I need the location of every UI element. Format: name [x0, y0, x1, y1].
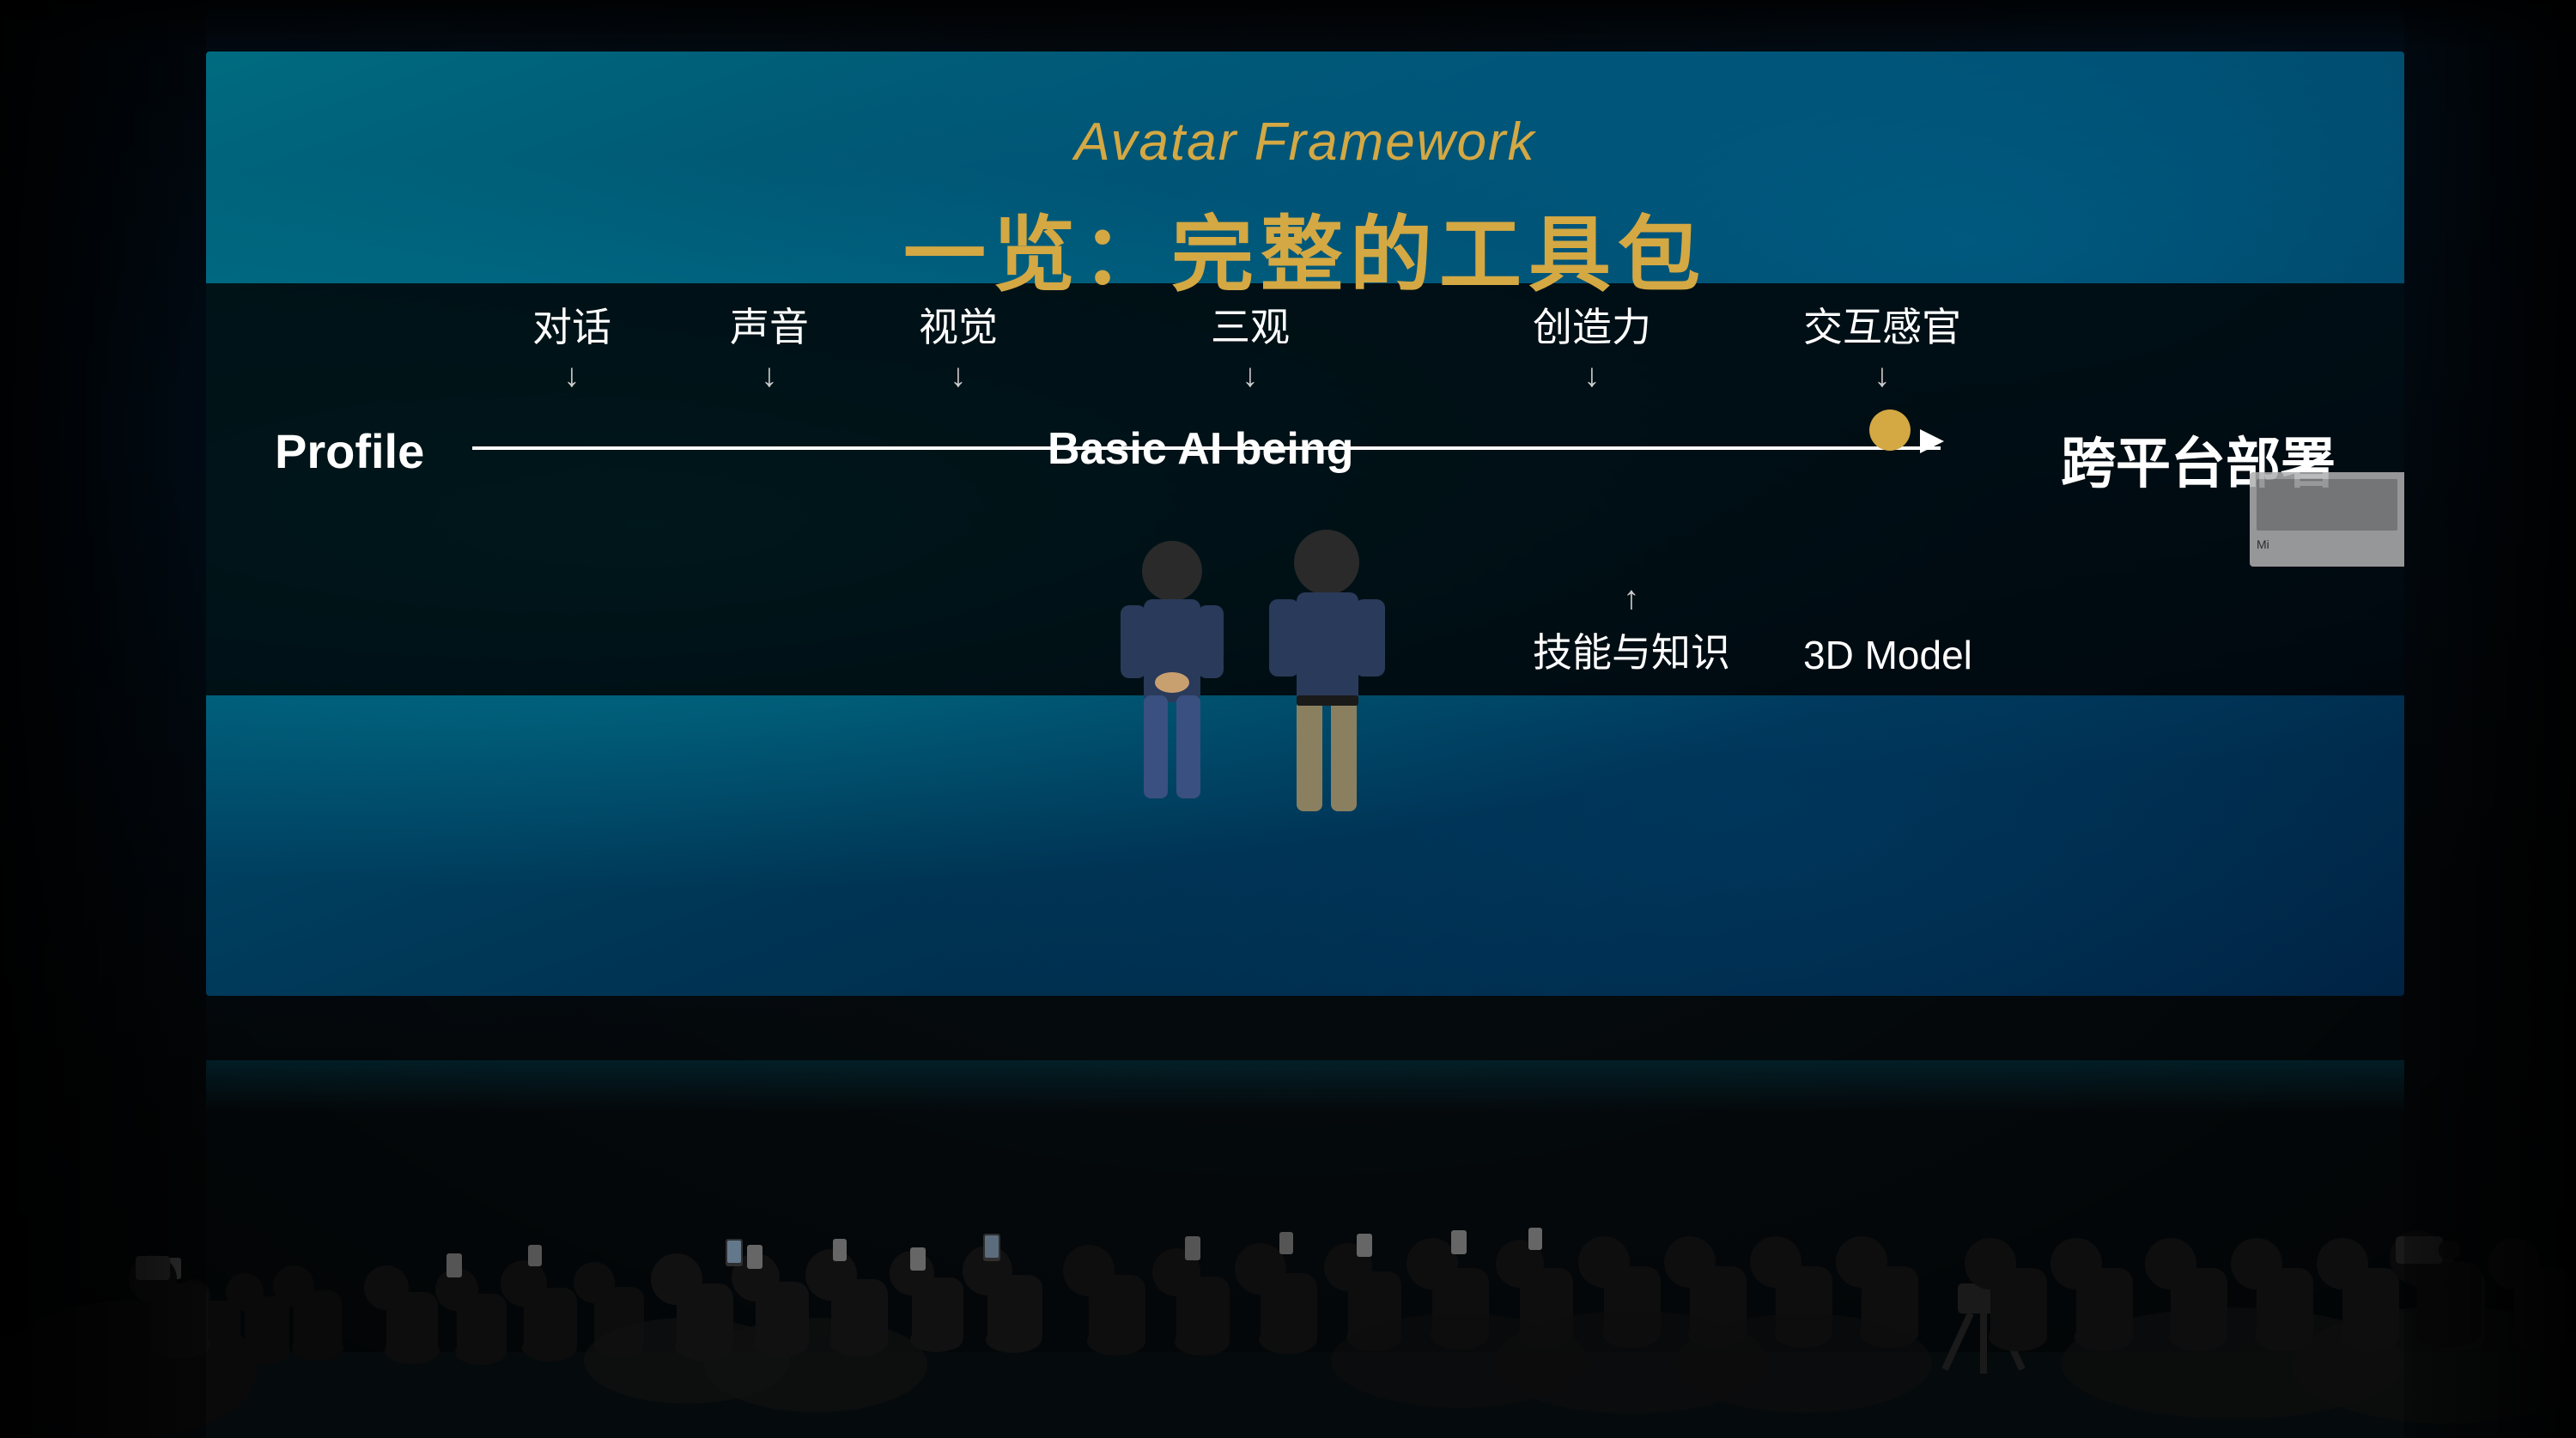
speaker-left-figure [1121, 541, 1224, 798]
arrow-down-shijue: ↓ [951, 360, 967, 392]
label-jiaohuganjue: 交互感官 ↓ [1803, 296, 1961, 392]
label-sanguan: 三观 ↓ [1211, 296, 1290, 392]
arrow-down-shengyin: ↓ [762, 360, 778, 392]
arrow-down-jiaohuganjue: ↓ [1874, 360, 1891, 392]
top-dark-overlay [0, 0, 2576, 52]
presentation-slide: Avatar Framework 一览：完整的工具包 对话 ↓ 声音 ↓ 视觉 … [206, 52, 2404, 996]
corner-screen: Mi [2250, 472, 2404, 567]
slide-title-chinese: 一览：完整的工具包 [206, 188, 2404, 307]
label-shijue-text: 视觉 [919, 296, 998, 353]
arrow-up-jineng: ↑ [1624, 582, 1640, 615]
circle-marker [1869, 410, 1911, 451]
corner-screen-text: Mi [2257, 537, 2397, 551]
slide-title-area: Avatar Framework 一览：完整的工具包 [206, 112, 2404, 307]
arrow-down-chuangzaoli: ↓ [1584, 360, 1601, 392]
label-3dmodel-text: 3D Model [1803, 632, 1972, 678]
label-3dmodel: 3D Model [1803, 632, 1972, 678]
arrow-down-duihua: ↓ [564, 360, 580, 392]
label-jiaohuganjue-text: 交互感官 [1803, 296, 1961, 353]
label-shengyin-text: 声音 [730, 296, 809, 353]
node-basic-ai-being: Basic AI being [1048, 423, 1353, 475]
label-duihua-text: 对话 [532, 296, 611, 353]
label-jineng-text: 技能与知识 [1533, 622, 1730, 678]
label-sanguan-text: 三观 [1211, 296, 1290, 353]
arrow-down-sanguan: ↓ [1242, 360, 1259, 392]
label-shengyin: 声音 ↓ [730, 296, 809, 392]
label-chuangzaoli-text: 创造力 [1533, 296, 1651, 353]
label-chuangzaoli: 创造力 ↓ [1533, 296, 1651, 392]
audience-middle-left [129, 1245, 644, 1365]
slide-title-english: Avatar Framework [206, 112, 2404, 173]
label-shijue: 视觉 ↓ [919, 296, 998, 392]
speaker-right-figure [1269, 530, 1385, 811]
scene: Avatar Framework 一览：完整的工具包 对话 ↓ 声音 ↓ 视觉 … [0, 0, 2576, 1438]
label-jineng: ↑ 技能与知识 [1533, 582, 1730, 678]
flow-arrow-right [1920, 429, 1944, 453]
label-duihua: 对话 ↓ [532, 296, 611, 392]
node-profile: Profile [275, 423, 424, 479]
audience-silhouettes [0, 992, 2576, 1438]
stage-speakers [1108, 524, 1434, 884]
corner-screen-content [2257, 479, 2397, 531]
